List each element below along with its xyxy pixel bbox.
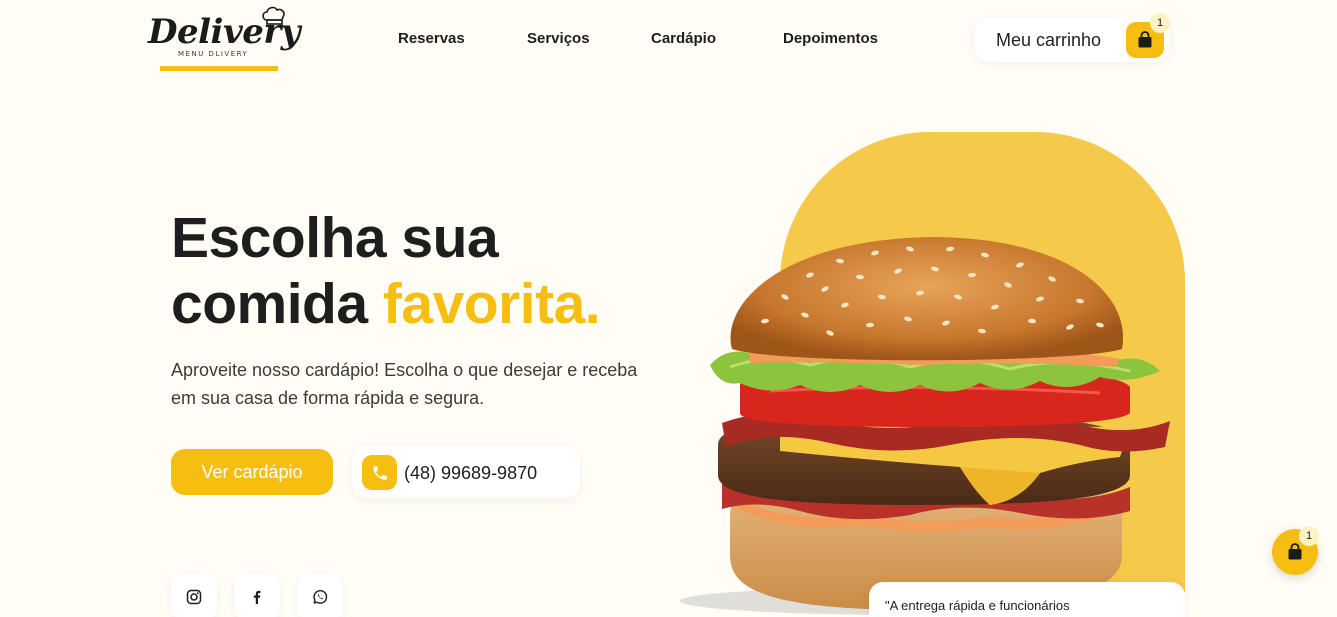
nav-item-cardapio[interactable]: Cardápio: [651, 30, 716, 47]
cart-label: Meu carrinho: [996, 30, 1102, 50]
nav-item-servicos[interactable]: Serviços: [527, 30, 590, 47]
floating-cart-button[interactable]: 1: [1272, 526, 1319, 575]
hero-title-accent: favorita.: [382, 272, 601, 336]
hero-title: Escolha sua comida favorita.: [171, 205, 601, 337]
nav-item-depoimentos[interactable]: Depoimentos: [783, 30, 878, 47]
whatsapp-icon: [313, 590, 328, 604]
hero-title-line1: Escolha sua: [171, 206, 499, 270]
cart-button[interactable]: Meu carrinho 1: [974, 13, 1170, 62]
testimonial-card: "A entrega rápida e funcionários: [869, 582, 1185, 617]
phone-contact[interactable]: (48) 99689-9870: [352, 446, 580, 498]
logo-underline: [160, 66, 278, 71]
phone-icon: [362, 455, 397, 490]
nav-item-reservas[interactable]: Reservas: [398, 30, 465, 47]
phone-number: (48) 99689-9870: [404, 463, 538, 483]
facebook-button[interactable]: [234, 574, 280, 617]
testimonial-text: "A entrega rápida e funcionários: [885, 598, 1070, 613]
hero-title-line2: comida: [171, 272, 368, 336]
instagram-icon: [186, 589, 202, 605]
floating-cart-count-badge: 1: [1299, 526, 1319, 546]
shopping-bag-icon: [1138, 31, 1152, 48]
whatsapp-button[interactable]: [297, 574, 343, 617]
cart-count-badge: 1: [1150, 13, 1170, 33]
view-menu-button[interactable]: Ver cardápio: [171, 449, 333, 495]
facebook-icon: [253, 590, 261, 604]
logo-subtitle: MENU DLIVERY: [178, 50, 249, 58]
shopping-bag-icon: [1288, 543, 1302, 560]
hero-description: Aproveite nosso cardápio! Escolha o que …: [171, 360, 638, 408]
burger-image: [680, 237, 1170, 615]
instagram-button[interactable]: [171, 574, 217, 617]
